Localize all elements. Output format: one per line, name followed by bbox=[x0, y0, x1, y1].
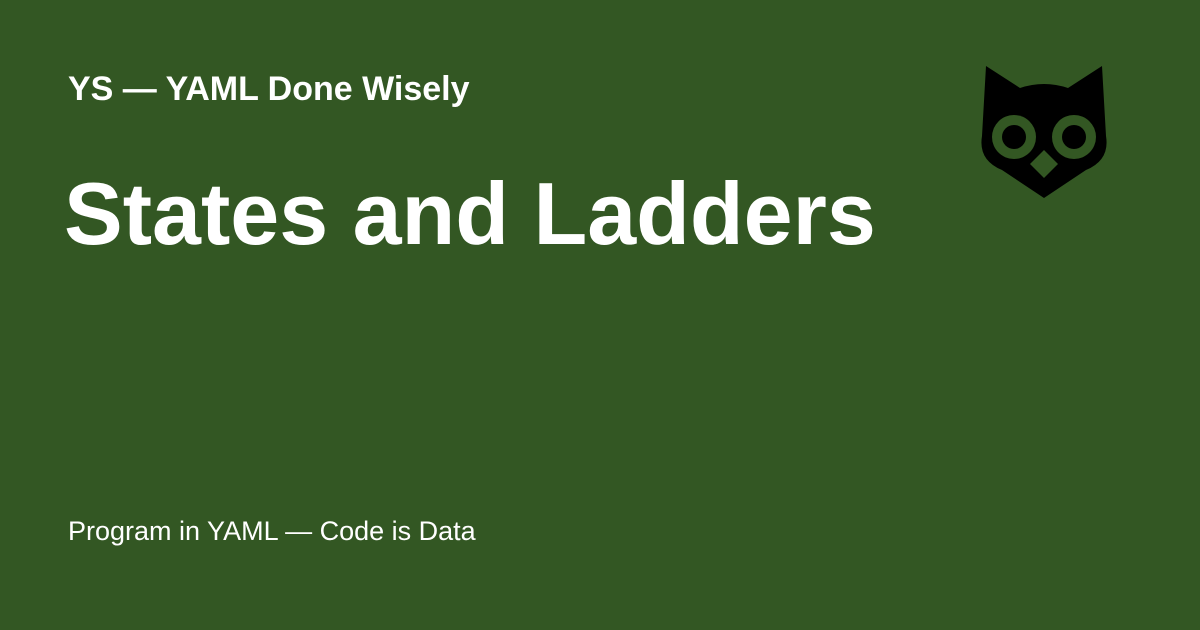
social-card: YS — YAML Done Wisely States and Ladders… bbox=[0, 0, 1200, 630]
site-name: YS — YAML Done Wisely bbox=[68, 70, 470, 108]
owl-icon bbox=[981, 66, 1107, 198]
tagline: Program in YAML — Code is Data bbox=[68, 516, 476, 546]
page-title: States and Ladders bbox=[64, 164, 876, 263]
